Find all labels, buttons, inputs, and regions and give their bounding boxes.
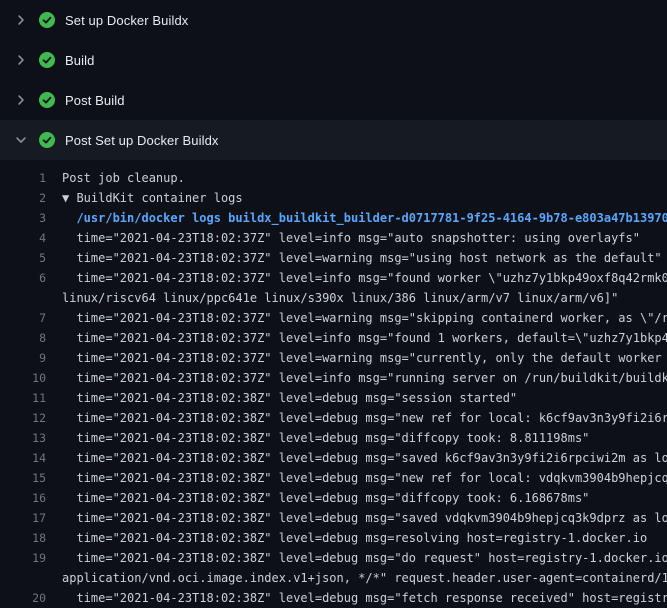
check-circle-icon — [39, 132, 55, 148]
log-line-text: time="2021-04-23T18:02:38Z" level=debug … — [62, 548, 667, 568]
step-header-set-up-docker-buildx[interactable]: Set up Docker Buildx — [0, 0, 667, 40]
log-line-number[interactable]: 11 — [12, 388, 46, 408]
chevron-down-icon — [13, 132, 29, 148]
log-line: 10 time="2021-04-23T18:02:37Z" level=inf… — [0, 368, 667, 388]
log-line: application/vnd.oci.image.index.v1+json,… — [0, 568, 667, 588]
log-line-number[interactable]: 4 — [12, 228, 46, 248]
log-line-number[interactable]: 17 — [12, 508, 46, 528]
log-line-text: /usr/bin/docker logs buildx_buildkit_bui… — [62, 208, 667, 228]
log-line-number[interactable]: 13 — [12, 428, 46, 448]
log-line-text: time="2021-04-23T18:02:38Z" level=debug … — [62, 388, 667, 408]
log-line-text: time="2021-04-23T18:02:37Z" level=warnin… — [62, 308, 667, 328]
log-line: 15 time="2021-04-23T18:02:38Z" level=deb… — [0, 468, 667, 488]
log-line: 3 /usr/bin/docker logs buildx_buildkit_b… — [0, 208, 667, 228]
log-line: 9 time="2021-04-23T18:02:37Z" level=warn… — [0, 348, 667, 368]
log-line-number[interactable]: 20 — [12, 588, 46, 608]
check-circle-icon — [39, 52, 55, 68]
log-line-number[interactable]: 10 — [12, 368, 46, 388]
log-line-number[interactable]: 5 — [12, 248, 46, 268]
log-line-text: Post job cleanup. — [62, 168, 667, 188]
log-line-text: time="2021-04-23T18:02:37Z" level=info m… — [62, 268, 667, 288]
log-line: 5 time="2021-04-23T18:02:37Z" level=warn… — [0, 248, 667, 268]
log-line-number[interactable]: 8 — [12, 328, 46, 348]
log-line: 19 time="2021-04-23T18:02:38Z" level=deb… — [0, 548, 667, 568]
log-line: 1 Post job cleanup. — [0, 168, 667, 188]
log-line: 7 time="2021-04-23T18:02:37Z" level=warn… — [0, 308, 667, 328]
log-line-text: time="2021-04-23T18:02:38Z" level=debug … — [62, 588, 667, 608]
log-line: 2 ▼ BuildKit container logs — [0, 188, 667, 208]
step-label: Post Set up Docker Buildx — [65, 133, 219, 148]
chevron-right-icon — [13, 92, 29, 108]
chevron-right-icon — [13, 12, 29, 28]
log-line-text: linux/riscv64 linux/ppc641e linux/s390x … — [62, 288, 667, 308]
log-line-number[interactable]: 2 — [12, 188, 46, 208]
log-line-text: time="2021-04-23T18:02:38Z" level=debug … — [62, 488, 667, 508]
log-line: 20 time="2021-04-23T18:02:38Z" level=deb… — [0, 588, 667, 608]
step-label: Build — [65, 53, 94, 68]
step-header-build[interactable]: Build — [0, 40, 667, 80]
log-line: 17 time="2021-04-23T18:02:38Z" level=deb… — [0, 508, 667, 528]
log-line-text: time="2021-04-23T18:02:37Z" level=info m… — [62, 328, 667, 348]
log-line: 4 time="2021-04-23T18:02:37Z" level=info… — [0, 228, 667, 248]
log-line-text: time="2021-04-23T18:02:38Z" level=debug … — [62, 468, 667, 488]
log-line-number[interactable]: 18 — [12, 528, 46, 548]
log-line-number[interactable]: 7 — [12, 308, 46, 328]
log-line: 11 time="2021-04-23T18:02:38Z" level=deb… — [0, 388, 667, 408]
log-line-number[interactable]: 12 — [12, 408, 46, 428]
chevron-right-icon — [13, 52, 29, 68]
log-line-text: time="2021-04-23T18:02:37Z" level=warnin… — [62, 348, 667, 368]
log-line: 16 time="2021-04-23T18:02:38Z" level=deb… — [0, 488, 667, 508]
log-line-text: time="2021-04-23T18:02:38Z" level=debug … — [62, 428, 667, 448]
log-group-toggle[interactable]: ▼ BuildKit container logs — [62, 188, 667, 208]
log-line-number[interactable]: 1 — [12, 168, 46, 188]
log-line-text: time="2021-04-23T18:02:37Z" level=info m… — [62, 228, 667, 248]
log-line-text: time="2021-04-23T18:02:38Z" level=debug … — [62, 408, 667, 428]
log-line-number[interactable]: 3 — [12, 208, 46, 228]
log-line-number[interactable]: 16 — [12, 488, 46, 508]
check-circle-icon — [39, 92, 55, 108]
log-line: 14 time="2021-04-23T18:02:38Z" level=deb… — [0, 448, 667, 468]
log-line: 6 time="2021-04-23T18:02:37Z" level=info… — [0, 268, 667, 288]
log-line: 18 time="2021-04-23T18:02:38Z" level=deb… — [0, 528, 667, 548]
log-line-text: application/vnd.oci.image.index.v1+json,… — [62, 568, 667, 588]
log-line: 12 time="2021-04-23T18:02:38Z" level=deb… — [0, 408, 667, 428]
log-line-number[interactable]: 9 — [12, 348, 46, 368]
step-header-post-set-up-docker-buildx[interactable]: Post Set up Docker Buildx — [0, 120, 667, 160]
log-line-text: time="2021-04-23T18:02:37Z" level=warnin… — [62, 248, 667, 268]
step-header-post-build[interactable]: Post Build — [0, 80, 667, 120]
check-circle-icon — [39, 12, 55, 28]
log-line: 8 time="2021-04-23T18:02:37Z" level=info… — [0, 328, 667, 348]
log-line: linux/riscv64 linux/ppc641e linux/s390x … — [0, 288, 667, 308]
step-label: Set up Docker Buildx — [65, 13, 188, 28]
log-line: 13 time="2021-04-23T18:02:38Z" level=deb… — [0, 428, 667, 448]
log-line-text: time="2021-04-23T18:02:37Z" level=info m… — [62, 368, 667, 388]
step-label: Post Build — [65, 93, 125, 108]
log-line-number[interactable]: 15 — [12, 468, 46, 488]
log-line-text: time="2021-04-23T18:02:38Z" level=debug … — [62, 448, 667, 468]
job-steps-list: Set up Docker Buildx Build Post Build Post … — [0, 0, 667, 160]
log-line-text: time="2021-04-23T18:02:38Z" level=debug … — [62, 508, 667, 528]
log-line-text: time="2021-04-23T18:02:38Z" level=debug … — [62, 528, 667, 548]
log-line-number[interactable]: 19 — [12, 548, 46, 568]
log-line-number[interactable]: 14 — [12, 448, 46, 468]
log-line-number[interactable]: 6 — [12, 268, 46, 288]
step-log-viewer: 1 Post job cleanup. 2 ▼ BuildKit container … — [0, 160, 667, 608]
